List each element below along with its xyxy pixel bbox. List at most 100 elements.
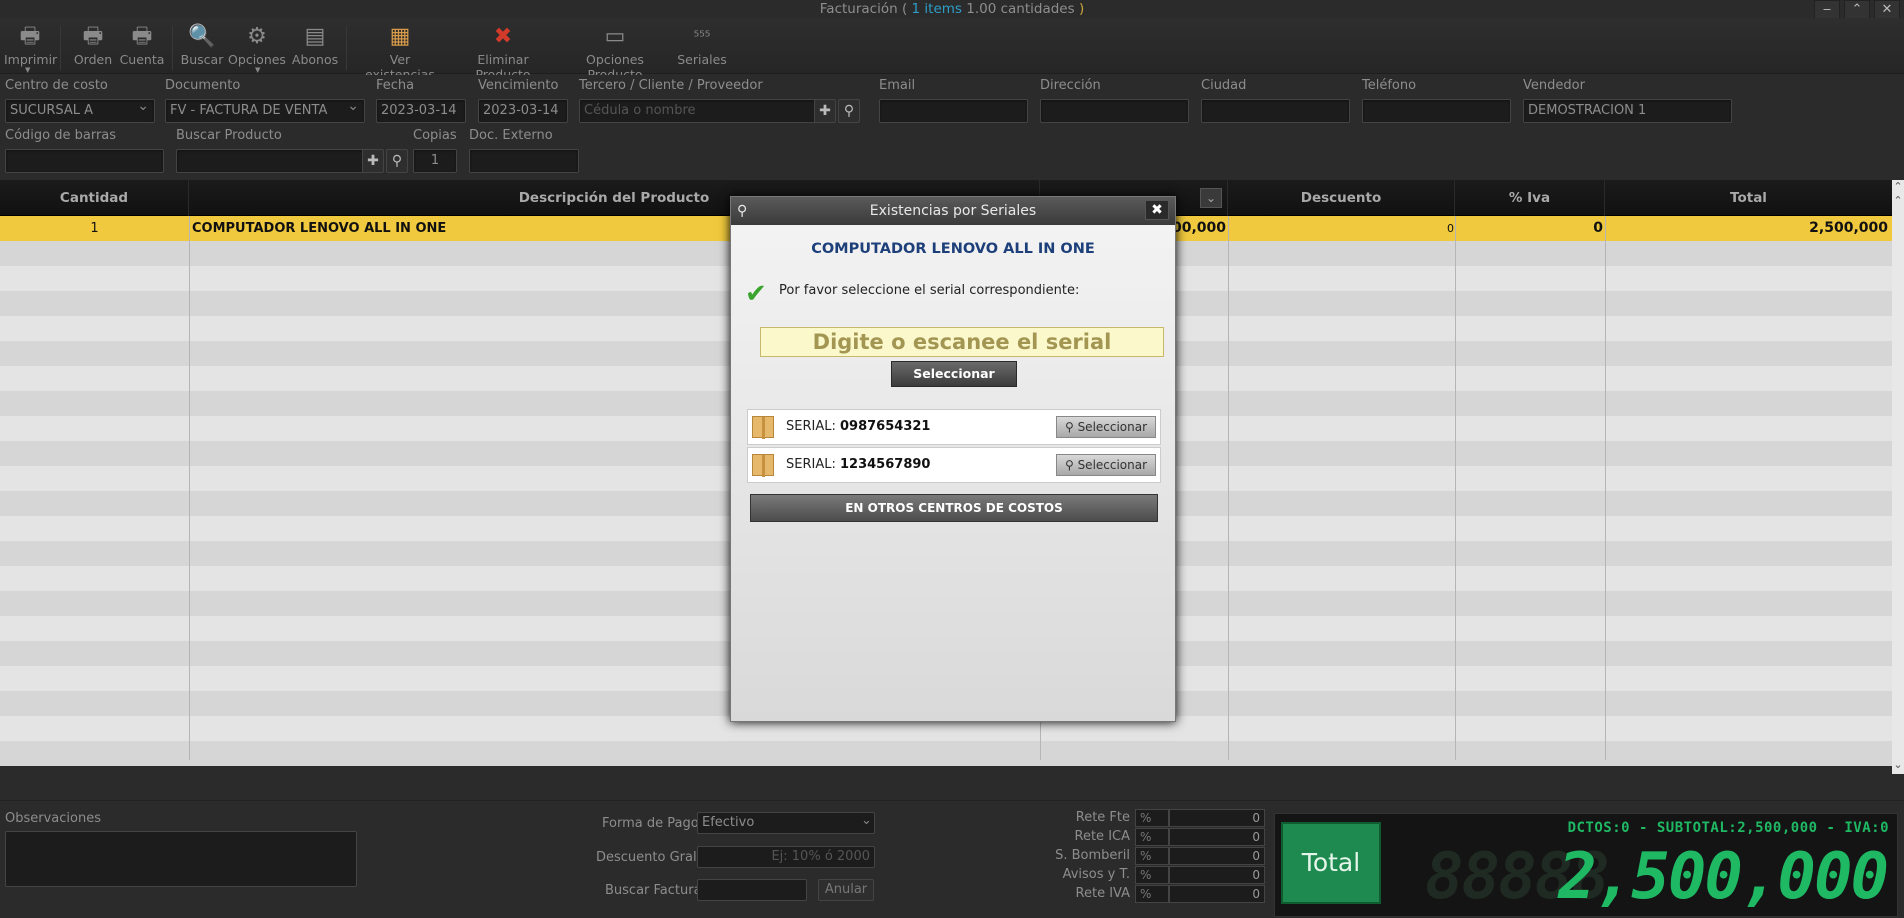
serial-text: SERIAL: 1234567890 bbox=[786, 448, 930, 482]
select-serial-button[interactable]: ⚲ Seleccionar bbox=[1056, 454, 1156, 476]
vencimiento-input[interactable]: 2023-03-14 bbox=[478, 99, 568, 123]
ver-existencias-button[interactable]: ▦ Ver existencias bbox=[354, 24, 446, 82]
window-controls: ‒ ⌃ ✕ bbox=[1814, 0, 1900, 19]
centro-costo-select[interactable]: SUCURSAL A bbox=[5, 95, 155, 123]
vendedor-field[interactable]: DEMOSTRACION 1 bbox=[1523, 99, 1732, 123]
retencion-value-input[interactable]: 0 bbox=[1169, 809, 1265, 827]
close-modal-button[interactable]: ✖ bbox=[1145, 200, 1169, 220]
retencion-percent-input[interactable]: % bbox=[1135, 847, 1169, 865]
retencion-value-input[interactable]: 0 bbox=[1169, 847, 1265, 865]
documento-select[interactable]: FV - FACTURA DE VENTA bbox=[165, 95, 365, 123]
checkmark-icon: ✔ bbox=[745, 279, 767, 309]
maximize-button[interactable]: ⌃ bbox=[1844, 0, 1870, 19]
serial-prefix: SERIAL: bbox=[786, 457, 836, 472]
box-icon: ▦ bbox=[389, 24, 411, 49]
retencion-percent-input[interactable]: % bbox=[1135, 828, 1169, 846]
modal-title: Existencias por Seriales bbox=[869, 203, 1037, 219]
header-iva[interactable]: % Iva bbox=[1455, 180, 1605, 216]
cuenta-label: Cuenta bbox=[119, 52, 165, 67]
minimize-button[interactable]: ‒ bbox=[1814, 0, 1840, 19]
seriales-button[interactable]: ⁵⁵⁵ Seriales bbox=[676, 24, 728, 67]
search-tercero-button[interactable]: ⚲ bbox=[838, 99, 860, 123]
codigo-barras-input[interactable] bbox=[5, 149, 164, 173]
centro-costo-label: Centro de costo bbox=[5, 78, 108, 93]
telefono-field[interactable] bbox=[1362, 99, 1511, 123]
observaciones-label: Observaciones bbox=[5, 811, 101, 826]
imprimir-button[interactable]: 🖶 Imprimir bbox=[4, 24, 57, 67]
modal-titlebar: ⚲ Existencias por Seriales ✖ bbox=[731, 197, 1175, 225]
header-cantidad[interactable]: Cantidad bbox=[0, 180, 189, 216]
serial-numbers-icon: ⁵⁵⁵ bbox=[693, 29, 711, 45]
buscar-factura-input[interactable] bbox=[697, 879, 807, 901]
printer-icon: 🖶 bbox=[82, 24, 104, 49]
cuenta-button[interactable]: 🖶 Cuenta bbox=[118, 24, 166, 67]
retencion-percent-input[interactable]: % bbox=[1135, 866, 1169, 884]
forma-pago-select[interactable]: Efectivo bbox=[697, 812, 875, 834]
select-serial-label: Seleccionar bbox=[1077, 458, 1148, 472]
totals-summary: DCTOS:0 - SUBTOTAL:2,500,000 - IVA:0 bbox=[1567, 820, 1889, 836]
retencion-label: Avisos y T. bbox=[1062, 867, 1130, 882]
imprimir-caret-icon[interactable]: ▼ bbox=[25, 66, 30, 74]
vencimiento-label: Vencimiento bbox=[478, 78, 559, 93]
cell-descripcion: COMPUTADOR LENOVO ALL IN ONE bbox=[192, 221, 447, 236]
ciudad-field[interactable] bbox=[1201, 99, 1350, 123]
opciones-caret-icon[interactable]: ▼ bbox=[255, 66, 260, 74]
retencion-percent-input[interactable]: % bbox=[1135, 885, 1169, 903]
otros-centros-button[interactable]: EN OTROS CENTROS DE COSTOS bbox=[750, 494, 1158, 522]
tercero-label: Tercero / Cliente / Proveedor bbox=[579, 78, 763, 93]
search-producto-button[interactable]: ⚲ bbox=[386, 149, 408, 173]
select-serial-button[interactable]: ⚲ Seleccionar bbox=[1056, 416, 1156, 438]
retencion-percent-input[interactable]: % bbox=[1135, 809, 1169, 827]
table-row[interactable] bbox=[0, 741, 1892, 766]
search-icon: ⚲ bbox=[843, 103, 855, 119]
tercero-input[interactable]: Cédula o nombre bbox=[579, 99, 817, 123]
forma-pago-label: Forma de Pago bbox=[602, 816, 699, 831]
retencion-value-input[interactable]: 0 bbox=[1169, 866, 1265, 884]
descuento-gral-input[interactable]: Ej: 10% ó 2000 bbox=[697, 846, 875, 868]
window-title: Facturación ( 1 items 1.00 cantidades ) bbox=[0, 0, 1904, 20]
eliminar-producto-button[interactable]: ✖ Eliminar Producto bbox=[450, 24, 556, 82]
buscar-button[interactable]: 🔍 Buscar bbox=[180, 24, 224, 67]
cell-cantidad: 1 bbox=[90, 221, 99, 236]
scroll-up-icon[interactable]: ⌃ bbox=[1892, 180, 1904, 193]
seleccionar-button[interactable]: Seleccionar bbox=[891, 361, 1017, 387]
opciones-button[interactable]: ⚙ Opciones bbox=[228, 24, 286, 67]
scroll-down-icon[interactable]: ⌄ bbox=[1892, 758, 1904, 771]
descuento-gral-label: Descuento Gral. bbox=[596, 850, 701, 865]
column-menu-chevron-icon[interactable]: ⌄ bbox=[1200, 188, 1222, 208]
serial-input[interactable]: Digite o escanee el serial bbox=[760, 327, 1164, 357]
opciones-label: Opciones bbox=[228, 52, 286, 67]
header-total[interactable]: Total bbox=[1605, 180, 1892, 216]
buscar-producto-label: Buscar Producto bbox=[176, 128, 282, 143]
direccion-field[interactable] bbox=[1040, 99, 1189, 123]
email-field[interactable] bbox=[879, 99, 1028, 123]
observaciones-textarea[interactable] bbox=[5, 831, 357, 887]
buscar-producto-input[interactable] bbox=[176, 149, 366, 173]
doc-externo-input[interactable] bbox=[469, 149, 579, 173]
grid-scrollbar[interactable]: ⌃ ⌃ ⌄ bbox=[1892, 180, 1904, 774]
retencion-value-input[interactable]: 0 bbox=[1169, 885, 1265, 903]
close-window-button[interactable]: ✕ bbox=[1874, 0, 1900, 19]
abonos-button[interactable]: ▤ Abonos bbox=[290, 24, 340, 67]
retencion-label: S. Bomberil bbox=[1055, 848, 1130, 863]
total-button[interactable]: Total bbox=[1281, 822, 1381, 904]
serial-value: 0987654321 bbox=[840, 419, 931, 434]
add-tercero-button[interactable]: ✚ bbox=[814, 99, 836, 123]
direccion-label: Dirección bbox=[1040, 78, 1101, 93]
header-descuento[interactable]: Descuento bbox=[1228, 180, 1455, 216]
fecha-input[interactable]: 2023-03-14 bbox=[376, 99, 466, 123]
cell-total: 2,500,000 bbox=[1809, 220, 1888, 236]
search-icon: ⚲ bbox=[1064, 420, 1074, 434]
buscar-label: Buscar bbox=[180, 52, 224, 67]
retencion-value-input[interactable]: 0 bbox=[1169, 828, 1265, 846]
title-quantity: 1.00 cantidades bbox=[966, 1, 1075, 17]
add-producto-button[interactable]: ✚ bbox=[362, 149, 384, 173]
seriales-modal: ⚲ Existencias por Seriales ✖ COMPUTADOR … bbox=[730, 196, 1176, 722]
anular-button[interactable]: Anular bbox=[818, 879, 874, 901]
search-icon: ⚲ bbox=[391, 153, 403, 169]
copias-input[interactable]: 1 bbox=[413, 149, 457, 173]
modal-product-name: COMPUTADOR LENOVO ALL IN ONE bbox=[811, 241, 1095, 257]
scroll-up-icon[interactable]: ⌃ bbox=[1892, 194, 1904, 207]
orden-button[interactable]: 🖶 Orden bbox=[72, 24, 114, 67]
opciones-producto-button[interactable]: ▭ Opciones Producto bbox=[560, 24, 670, 82]
